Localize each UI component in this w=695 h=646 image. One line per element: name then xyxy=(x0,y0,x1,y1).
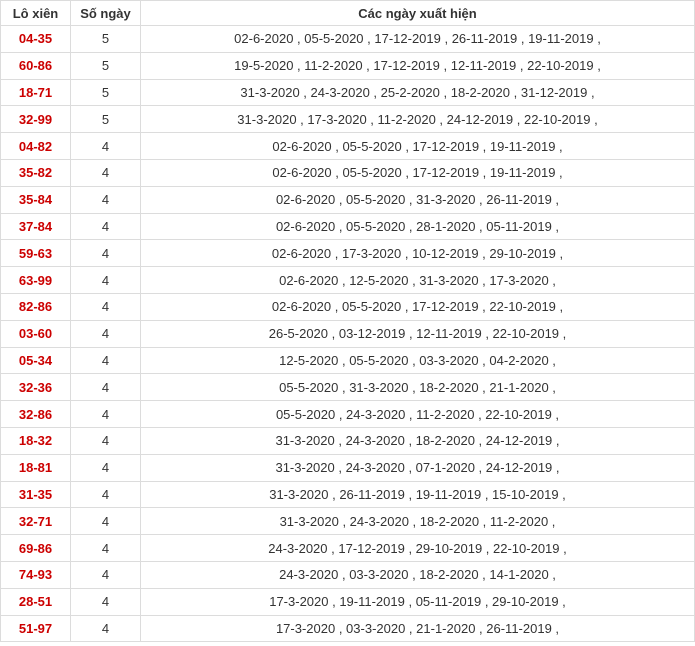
header-lo-xien: Lô xiên xyxy=(0,0,71,26)
dates-cell: 31-3-2020 , 26-11-2019 , 19-11-2019 , 15… xyxy=(140,480,695,509)
days-cell: 4 xyxy=(70,560,141,589)
days-cell: 5 xyxy=(70,51,141,80)
days-cell: 4 xyxy=(70,239,141,268)
table-row: 31-35 4 31-3-2020 , 26-11-2019 , 19-11-201… xyxy=(0,480,695,509)
table-row: 82-86 4 02-6-2020 , 05-5-2020 , 17-12-2019… xyxy=(0,292,695,321)
days-cell: 4 xyxy=(70,132,141,160)
table-row: 05-34 4 12-5-2020 , 05-5-2020 , 03-3-2020 … xyxy=(0,346,695,375)
table-row: 32-86 4 05-5-2020 , 24-3-2020 , 11-2-2020 … xyxy=(0,400,695,428)
pair-cell: 28-51 xyxy=(0,587,71,616)
table-row: 18-81 4 31-3-2020 , 24-3-2020 , 07-1-2020 … xyxy=(0,453,695,482)
pair-cell: 74-93 xyxy=(0,560,71,589)
table-row: 59-63 4 02-6-2020 , 17-3-2020 , 10-12-2019… xyxy=(0,239,695,268)
dates-cell: 24-3-2020 , 03-3-2020 , 18-2-2020 , 14-1… xyxy=(140,560,695,589)
days-cell: 4 xyxy=(70,453,141,482)
table-row: 37-84 4 02-6-2020 , 05-5-2020 , 28-1-2020 … xyxy=(0,212,695,241)
table-row: 32-99 5 31-3-2020 , 17-3-2020 , 11-2-2020 … xyxy=(0,105,695,134)
days-cell: 4 xyxy=(70,400,141,428)
pair-cell: 35-84 xyxy=(0,185,71,214)
pair-cell: 04-35 xyxy=(0,25,71,53)
pair-cell: 63-99 xyxy=(0,266,71,294)
pair-cell: 18-71 xyxy=(0,78,71,107)
dates-cell: 31-3-2020 , 24-3-2020 , 25-2-2020 , 18-2… xyxy=(140,78,695,107)
days-cell: 4 xyxy=(70,534,141,562)
table-row: 63-99 4 02-6-2020 , 12-5-2020 , 31-3-2020 … xyxy=(0,266,695,294)
days-cell: 4 xyxy=(70,614,141,643)
pair-cell: 59-63 xyxy=(0,239,71,268)
table-row: 03-60 4 26-5-2020 , 03-12-2019 , 12-11-201… xyxy=(0,319,695,348)
table-row: 18-71 5 31-3-2020 , 24-3-2020 , 25-2-2020 … xyxy=(0,78,695,107)
table-row: 51-97 4 17-3-2020 , 03-3-2020 , 21-1-2020 … xyxy=(0,614,695,643)
pair-cell: 31-35 xyxy=(0,480,71,509)
days-cell: 4 xyxy=(70,292,141,321)
dates-cell: 02-6-2020 , 12-5-2020 , 31-3-2020 , 17-3… xyxy=(140,266,695,294)
table-row: 04-35 5 02-6-2020 , 05-5-2020 , 17-12-2019… xyxy=(0,25,695,53)
dates-cell: 02-6-2020 , 05-5-2020 , 17-12-2019 , 26-… xyxy=(140,25,695,53)
dates-cell: 02-6-2020 , 17-3-2020 , 10-12-2019 , 29-… xyxy=(140,239,695,268)
dates-cell: 02-6-2020 , 05-5-2020 , 17-12-2019 , 19-… xyxy=(140,158,695,187)
pair-cell: 69-86 xyxy=(0,534,71,562)
table-row: 74-93 4 24-3-2020 , 03-3-2020 , 18-2-2020 … xyxy=(0,560,695,589)
pair-cell: 18-81 xyxy=(0,453,71,482)
days-cell: 4 xyxy=(70,507,141,536)
days-cell: 5 xyxy=(70,25,141,53)
days-cell: 4 xyxy=(70,426,141,455)
pair-cell: 32-99 xyxy=(0,105,71,134)
table-row: 69-86 4 24-3-2020 , 17-12-2019 , 29-10-201… xyxy=(0,534,695,562)
days-cell: 4 xyxy=(70,185,141,214)
dates-cell: 05-5-2020 , 31-3-2020 , 18-2-2020 , 21-1… xyxy=(140,373,695,402)
pair-cell: 04-82 xyxy=(0,132,71,160)
pair-cell: 32-86 xyxy=(0,400,71,428)
pair-cell: 35-82 xyxy=(0,158,71,187)
pair-cell: 82-86 xyxy=(0,292,71,321)
pair-cell: 32-36 xyxy=(0,373,71,402)
dates-cell: 12-5-2020 , 05-5-2020 , 03-3-2020 , 04-2… xyxy=(140,346,695,375)
table-row: 28-51 4 17-3-2020 , 19-11-2019 , 05-11-201… xyxy=(0,587,695,616)
days-cell: 4 xyxy=(70,587,141,616)
days-cell: 5 xyxy=(70,78,141,107)
table-row: 04-82 4 02-6-2020 , 05-5-2020 , 17-12-2019… xyxy=(0,132,695,160)
dates-cell: 31-3-2020 , 17-3-2020 , 11-2-2020 , 24-1… xyxy=(140,105,695,134)
days-cell: 5 xyxy=(70,105,141,134)
dates-cell: 31-3-2020 , 24-3-2020 , 18-2-2020 , 24-1… xyxy=(140,426,695,455)
table-row: 32-71 4 31-3-2020 , 24-3-2020 , 18-2-2020 … xyxy=(0,507,695,536)
days-cell: 4 xyxy=(70,319,141,348)
lo-xien-table: Lô xiên Số ngày Các ngày xuất hiện 04-35… xyxy=(0,0,695,643)
header-so-ngay: Số ngày xyxy=(70,0,141,26)
dates-cell: 26-5-2020 , 03-12-2019 , 12-11-2019 , 22… xyxy=(140,319,695,348)
days-cell: 4 xyxy=(70,212,141,241)
dates-cell: 17-3-2020 , 03-3-2020 , 21-1-2020 , 26-1… xyxy=(140,614,695,643)
days-cell: 4 xyxy=(70,346,141,375)
table-row: 32-36 4 05-5-2020 , 31-3-2020 , 18-2-2020 … xyxy=(0,373,695,402)
dates-cell: 31-3-2020 , 24-3-2020 , 18-2-2020 , 11-2… xyxy=(140,507,695,536)
dates-cell: 24-3-2020 , 17-12-2019 , 29-10-2019 , 22… xyxy=(140,534,695,562)
days-cell: 4 xyxy=(70,480,141,509)
pair-cell: 37-84 xyxy=(0,212,71,241)
dates-cell: 02-6-2020 , 05-5-2020 , 28-1-2020 , 05-1… xyxy=(140,212,695,241)
dates-cell: 31-3-2020 , 24-3-2020 , 07-1-2020 , 24-1… xyxy=(140,453,695,482)
days-cell: 4 xyxy=(70,266,141,294)
table-row: 18-32 4 31-3-2020 , 24-3-2020 , 18-2-2020 … xyxy=(0,426,695,455)
pair-cell: 32-71 xyxy=(0,507,71,536)
days-cell: 4 xyxy=(70,158,141,187)
pair-cell: 51-97 xyxy=(0,614,71,643)
dates-cell: 05-5-2020 , 24-3-2020 , 11-2-2020 , 22-1… xyxy=(140,400,695,428)
header-cac-ngay: Các ngày xuất hiện xyxy=(140,0,695,26)
header-row: Lô xiên Số ngày Các ngày xuất hiện xyxy=(0,0,695,26)
pair-cell: 60-86 xyxy=(0,51,71,80)
table-row: 35-84 4 02-6-2020 , 05-5-2020 , 31-3-2020 … xyxy=(0,185,695,214)
table-row: 35-82 4 02-6-2020 , 05-5-2020 , 17-12-2019… xyxy=(0,158,695,187)
pair-cell: 18-32 xyxy=(0,426,71,455)
days-cell: 4 xyxy=(70,373,141,402)
dates-cell: 19-5-2020 , 11-2-2020 , 17-12-2019 , 12-… xyxy=(140,51,695,80)
table-row: 60-86 5 19-5-2020 , 11-2-2020 , 17-12-2019… xyxy=(0,51,695,80)
dates-cell: 02-6-2020 , 05-5-2020 , 17-12-2019 , 22-… xyxy=(140,292,695,321)
pair-cell: 05-34 xyxy=(0,346,71,375)
pair-cell: 03-60 xyxy=(0,319,71,348)
dates-cell: 02-6-2020 , 05-5-2020 , 31-3-2020 , 26-1… xyxy=(140,185,695,214)
dates-cell: 17-3-2020 , 19-11-2019 , 05-11-2019 , 29… xyxy=(140,587,695,616)
dates-cell: 02-6-2020 , 05-5-2020 , 17-12-2019 , 19-… xyxy=(140,132,695,160)
